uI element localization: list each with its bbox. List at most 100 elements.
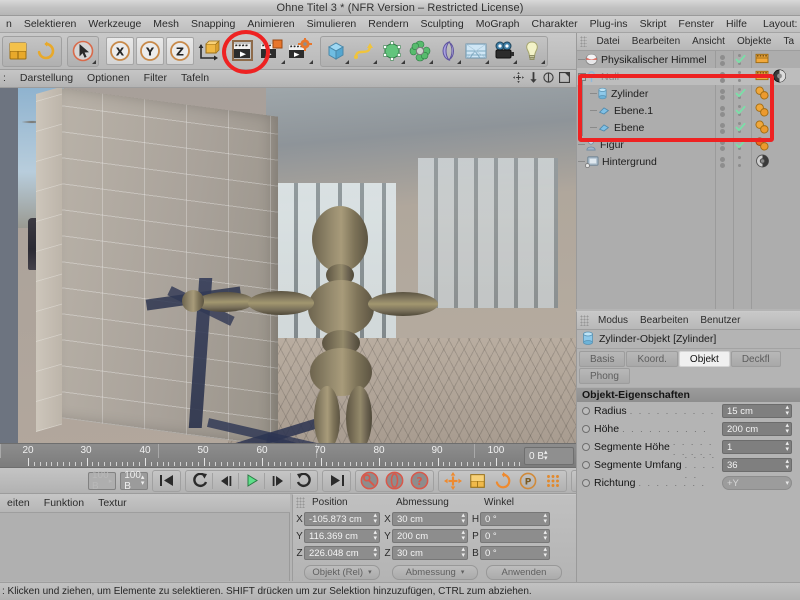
attribute-manager-grip-icon[interactable] (580, 315, 589, 326)
pan-icon[interactable] (513, 71, 524, 86)
size-x-field[interactable]: 30 cm ▴ ▾ (392, 512, 468, 526)
attribute-tab-koord[interactable]: Koord. (626, 351, 678, 367)
material-menu-funktion[interactable]: Funktion (37, 494, 91, 512)
cube-icon[interactable] (322, 37, 350, 65)
material-tag-orange-icon[interactable] (755, 137, 769, 154)
menu-item-animieren[interactable]: Animieren (241, 16, 300, 32)
visibility-render-dot[interactable] (720, 112, 725, 117)
position-y-stepper[interactable]: ▴ ▾ (373, 529, 377, 542)
range-end-field[interactable]: 100 B ▴ ▾ (120, 470, 149, 492)
size-mode-dropdown[interactable]: Abmessung ▾ (392, 564, 478, 580)
previous-key-button[interactable] (187, 471, 212, 491)
property-value-field[interactable]: +Y ▾ (722, 476, 792, 490)
y-axis-icon[interactable]: Y (136, 37, 164, 65)
tool-expand-corner-icon[interactable] (485, 60, 489, 64)
chevron-down-icon[interactable]: ▾ (785, 479, 789, 487)
viewport-3d[interactable] (0, 88, 576, 443)
rotation-b-field[interactable]: 0 ° ▴ ▾ (480, 546, 550, 560)
live-selection-icon[interactable] (69, 37, 97, 65)
x-axis-icon[interactable]: X (106, 37, 134, 65)
rotate-icon[interactable] (543, 71, 554, 86)
visibility-dot-col2-top[interactable] (738, 71, 741, 74)
property-stepper[interactable]: ▴ ▾ (785, 458, 789, 471)
enabled-check-icon[interactable] (735, 122, 746, 136)
keyframe-selection-button[interactable]: ? (407, 471, 432, 491)
attribute-tab-objekt[interactable]: Objekt (678, 351, 730, 367)
timeline-ruler[interactable]: 20 30 40 50 60 70 80 90 100 0 B ▴ ▾ (0, 443, 576, 468)
position-x-stepper[interactable]: ▴ ▾ (373, 512, 377, 525)
pla-key-button[interactable] (540, 471, 565, 491)
go-to-end-button[interactable] (324, 471, 349, 491)
tool-expand-corner-icon[interactable] (401, 60, 405, 64)
menu-item-n[interactable]: n (0, 16, 18, 32)
object-row-null[interactable]: – Null (577, 68, 800, 136)
tool-expand-corner-icon[interactable] (429, 60, 433, 64)
visibility-dot-col2-bottom[interactable] (738, 79, 741, 82)
visibility-render-dot[interactable] (720, 163, 725, 168)
property-stepper[interactable]: ▴ ▾ (785, 440, 789, 453)
object-row-zylinder[interactable]: Zylinder (577, 85, 800, 102)
render-view-icon[interactable] (230, 37, 258, 65)
dynamics-tag-icon[interactable] (772, 69, 787, 86)
property-value-field[interactable]: 15 cm ▴ ▾ (722, 404, 792, 418)
position-z-field[interactable]: 226.048 cm ▴ ▾ (304, 546, 380, 560)
menu-item-skript[interactable]: Skript (634, 16, 673, 32)
visibility-editor-dot[interactable] (720, 55, 725, 60)
menu-item-fenster[interactable]: Fenster (672, 16, 720, 32)
apply-button[interactable]: Anwenden (486, 564, 562, 580)
size-z-stepper[interactable]: ▴ ▾ (461, 546, 465, 559)
object-menu-objekte[interactable]: Objekte (731, 33, 777, 50)
property-value-field[interactable]: 200 cm ▴ ▾ (722, 422, 792, 436)
object-row-hintergrund[interactable]: Hintergrund (577, 153, 800, 170)
record-key-button[interactable] (357, 471, 382, 491)
visibility-render-dot[interactable] (720, 95, 725, 100)
camera-icon[interactable] (490, 37, 518, 65)
size-z-field[interactable]: 30 cm ▴ ▾ (392, 546, 468, 560)
step-back-button[interactable] (213, 471, 238, 491)
position-z-stepper[interactable]: ▴ ▾ (373, 546, 377, 559)
tool-expand-corner-icon[interactable] (513, 60, 517, 64)
undo-icon[interactable] (4, 37, 32, 65)
material-tag-icon[interactable] (755, 103, 769, 120)
range-end-stepper[interactable]: ▴ ▾ (141, 474, 145, 487)
material-manager-panel[interactable] (0, 513, 290, 581)
object-tree[interactable]: Physikalischer Himmel – Null Zylinder Ebene.… (577, 51, 800, 309)
property-radio-1[interactable] (582, 425, 590, 433)
compositing-tag-icon[interactable] (755, 154, 770, 171)
position-y-field[interactable]: 116.369 cm ▴ ▾ (304, 529, 380, 543)
visibility-editor-dot[interactable] (720, 123, 725, 128)
visibility-editor-dot[interactable] (720, 157, 725, 162)
enabled-check-icon[interactable] (735, 88, 746, 102)
attribute-tab-basis[interactable]: Basis (579, 351, 626, 367)
z-axis-icon[interactable]: Z (166, 37, 194, 65)
current-frame-field[interactable]: 0 B ▴ ▾ (524, 447, 574, 465)
coordinate-mode-dropdown[interactable]: Objekt (Rel) ▾ (304, 564, 380, 580)
property-stepper[interactable]: ▴ ▾ (785, 422, 789, 435)
sky-tag-icon[interactable] (755, 52, 769, 67)
object-menu-datei[interactable]: Datei (590, 33, 625, 50)
autokey-button[interactable] (382, 471, 407, 491)
tool-expand-corner-icon[interactable] (281, 60, 285, 64)
play-button[interactable] (239, 471, 264, 491)
render-region-icon[interactable] (258, 37, 286, 65)
dolly-icon[interactable] (529, 71, 538, 86)
attribute-tab-deckfl[interactable]: Deckfl (730, 351, 781, 367)
object-menu-ansicht[interactable]: Ansicht (686, 33, 731, 50)
spline-icon[interactable] (350, 37, 378, 65)
rotation-b-stepper[interactable]: ▴ ▾ (543, 546, 547, 559)
menu-item-plugins[interactable]: Plug-ins (584, 16, 634, 32)
object-row-ebene[interactable]: Ebene (577, 119, 800, 136)
sky-tag-icon[interactable] (755, 69, 769, 84)
viewport-menu-tafeln[interactable]: Tafeln (174, 70, 216, 87)
range-start-field[interactable]: 100 B ▸ (88, 470, 117, 492)
viewport-menu-optionen[interactable]: Optionen (80, 70, 137, 87)
menu-item-simulieren[interactable]: Simulieren (301, 16, 363, 32)
rotation-p-field[interactable]: 0 ° ▴ ▾ (480, 529, 550, 543)
rotation-h-stepper[interactable]: ▴ ▾ (543, 512, 547, 525)
size-x-stepper[interactable]: ▴ ▾ (461, 512, 465, 525)
rotation-p-stepper[interactable]: ▴ ▾ (543, 529, 547, 542)
menu-item-selektieren[interactable]: Selektieren (18, 16, 83, 32)
menu-item-charakter[interactable]: Charakter (526, 16, 584, 32)
current-frame-stepper[interactable]: ▴ ▾ (544, 449, 548, 462)
material-menu-textur[interactable]: Textur (91, 494, 134, 512)
